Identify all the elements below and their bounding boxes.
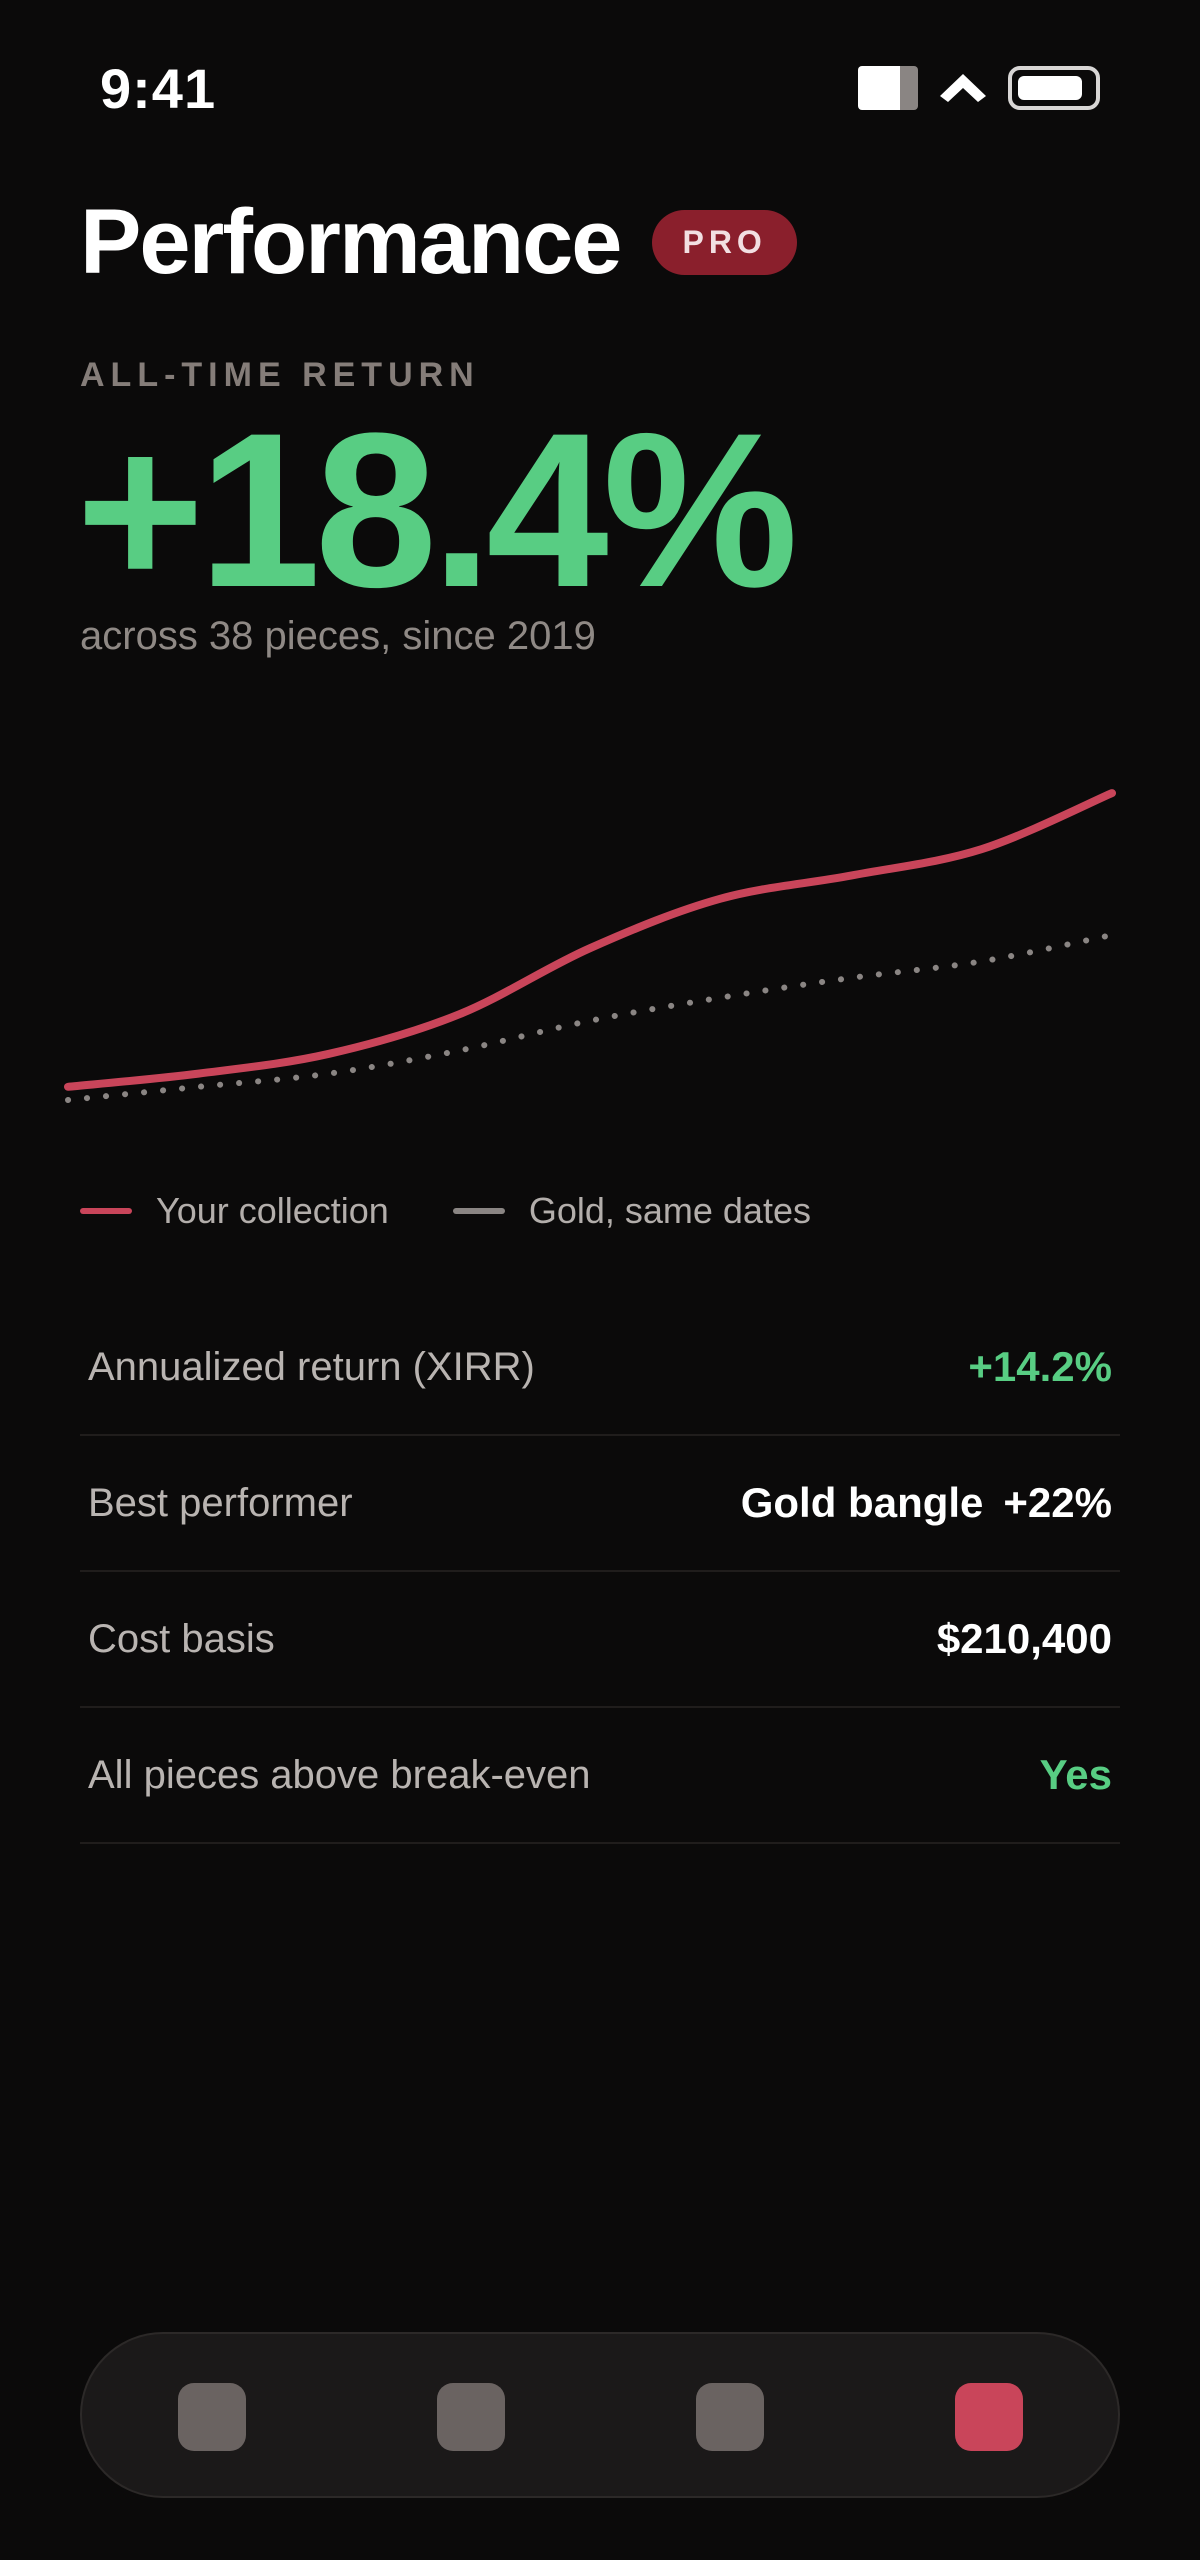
tab-4[interactable]: [955, 2383, 1023, 2451]
legend-label-gold: Gold, same dates: [528, 1190, 811, 1231]
battery-icon: [1008, 66, 1100, 110]
status-icons: [858, 66, 1100, 110]
status-time: 9:41: [100, 57, 217, 120]
chart-legend: Your collection Gold, same dates: [80, 1190, 811, 1232]
page-title: Performance: [80, 191, 622, 293]
tab-1[interactable]: [178, 2383, 246, 2451]
status-bar: 9:41: [0, 0, 1200, 180]
stat-label-cost-basis: Cost basis: [88, 1616, 275, 1661]
stat-label-best-performer: Best performer: [88, 1480, 353, 1525]
stat-row-xirr: Annualized return (XIRR) +14.2%: [80, 1300, 1120, 1436]
stat-value-cost-basis: $210,400: [936, 1615, 1112, 1662]
tab-bar: [80, 2332, 1120, 2498]
legend-label-collection: Your collection: [156, 1190, 389, 1231]
return-subtitle: across 38 pieces, since 2019: [80, 614, 596, 658]
best-performer-name: Gold bangle: [740, 1479, 984, 1526]
stat-row-cost-basis: Cost basis $210,400: [80, 1572, 1120, 1708]
legend-swatch-gold: [452, 1208, 505, 1214]
stat-value-xirr: +14.2%: [968, 1343, 1112, 1390]
stat-value-best-performer: Gold bangle +22%: [741, 1479, 1112, 1527]
stat-row-break-even: All pieces above break-even Yes: [80, 1708, 1120, 1844]
stat-row-best-performer[interactable]: Best performer Gold bangle +22%: [80, 1436, 1120, 1572]
wifi-icon: [940, 74, 986, 102]
signal-icon: [858, 66, 918, 110]
stats-list: Annualized return (XIRR) +14.2% Best per…: [80, 1300, 1120, 1844]
stat-label-break-even: All pieces above break-even: [88, 1752, 591, 1797]
legend-item-gold: Gold, same dates: [452, 1190, 811, 1232]
best-performer-return: +22%: [1003, 1479, 1112, 1526]
pro-badge: PRO: [652, 210, 797, 275]
stat-value-break-even: Yes: [1039, 1751, 1112, 1798]
legend-item-collection: Your collection: [80, 1190, 389, 1232]
tab-2[interactable]: [437, 2383, 505, 2451]
series-line-collection: [64, 789, 1116, 1091]
series-line-gold: [65, 932, 1115, 1103]
stat-label-xirr: Annualized return (XIRR): [88, 1344, 535, 1389]
tab-3[interactable]: [696, 2383, 764, 2451]
legend-swatch-collection: [80, 1208, 132, 1214]
all-time-return-value: +18.4%: [76, 387, 798, 633]
page-header: Performance PRO: [80, 190, 797, 295]
performance-chart: [64, 789, 1116, 1103]
